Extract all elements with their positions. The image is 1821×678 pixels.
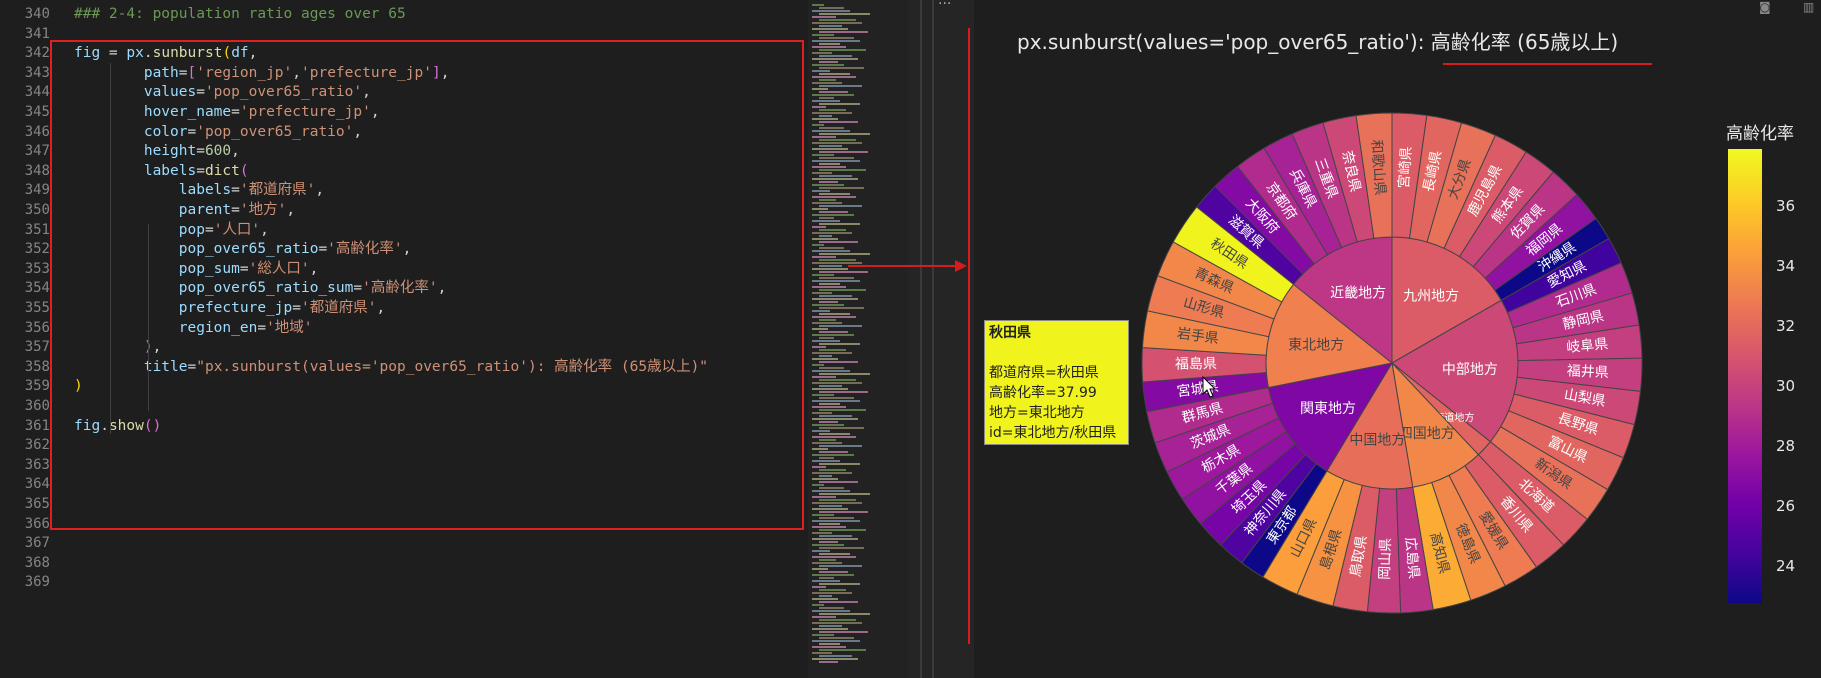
colorbar-tick: 36 [1776, 197, 1796, 215]
plot-toolbar: ◙ ▥ [1681, 0, 1821, 16]
sunburst-region-label: 中国地方 [1349, 433, 1405, 449]
hover-tooltip: 秋田県 都道府県=秋田県 高齢化率=37.99 地方=東北地方 id=東北地方/… [984, 320, 1129, 445]
annotation-arrow-head [955, 260, 967, 272]
plotly-logo-icon[interactable]: ▥ [1803, 0, 1814, 14]
colorbar [1728, 149, 1762, 603]
sunburst-chart[interactable]: 九州地方宮崎県 長崎県 大分県鹿児島県熊本県佐賀県福岡県沖縄県中部地方愛知県石川県静… [0, 0, 1821, 678]
tooltip-title: 秋田県 [989, 325, 1031, 341]
annotation-line [968, 28, 970, 644]
sunburst-region-label: 中部地方 [1442, 362, 1498, 378]
chart-title: px.sunburst(values='pop_over65_ratio'): … [1017, 30, 1619, 54]
sunburst-prefecture-label: 宮崎県 [1396, 146, 1415, 189]
tooltip-line: 高齢化率=37.99 [989, 385, 1097, 401]
tooltip-line: id=東北地方/秋田県 [989, 425, 1117, 441]
colorbar-title: 高齢化率 [1726, 124, 1794, 144]
sunburst-region-label: 四国地方 [1399, 426, 1455, 442]
sunburst-region-label: 九州地方 [1403, 288, 1459, 304]
colorbar-tick: 32 [1776, 317, 1796, 335]
sunburst-region-label: 関東地方 [1300, 401, 1356, 417]
colorbar-tick: 26 [1776, 497, 1796, 515]
sunburst-prefecture-label: 岐阜県 [1566, 335, 1609, 356]
sunburst-region-label: 東北地方 [1288, 337, 1344, 353]
sunburst-prefecture-label: 福島県 [1175, 356, 1217, 372]
colorbar-tick: 28 [1776, 437, 1796, 455]
tooltip-line: 地方=東北地方 [989, 405, 1085, 421]
colorbar-tick: 24 [1776, 557, 1796, 575]
colorbar-tick: 30 [1776, 377, 1796, 395]
camera-icon[interactable]: ◙ [1759, 0, 1771, 14]
sunburst-prefecture-label: 福井県 [1566, 363, 1609, 381]
tooltip-line: 都道府県=秋田県 [989, 365, 1099, 381]
sunburst-region-label: 近畿地方 [1330, 286, 1386, 302]
sunburst-prefecture-label: 岡山県 [1377, 538, 1394, 580]
title-underline [1443, 63, 1652, 65]
colorbar-tick: 34 [1776, 257, 1796, 275]
